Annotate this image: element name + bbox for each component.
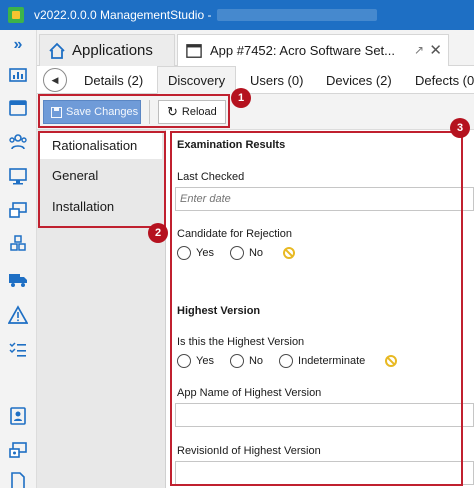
callout-badge-1: 1 [231, 88, 251, 108]
tab-discovery[interactable]: Discovery [157, 66, 237, 94]
document-tabs: Applications App #7452: Acro Software Se… [37, 30, 474, 66]
tab-details[interactable]: Details (2) [84, 66, 143, 94]
window-icon[interactable] [7, 97, 29, 119]
tab-users[interactable]: Users (0) [250, 66, 303, 94]
dashboard-icon[interactable] [7, 64, 29, 86]
icon-rail: » [0, 30, 37, 488]
sub-tabs: ◀ Details (2) Discovery Users (0) Device… [37, 66, 474, 94]
pop-out-icon[interactable]: ↗ [414, 43, 424, 57]
close-tab-icon[interactable]: ✕ [429, 41, 442, 59]
callout-box-section-nav [38, 131, 166, 228]
callout-box-toolbar [38, 94, 230, 128]
tab-applications[interactable]: Applications [39, 34, 175, 66]
checklist-icon[interactable] [7, 338, 29, 360]
title-bar: v2022.0.0.0 ManagementStudio - [0, 0, 474, 30]
window-title: v2022.0.0.0 ManagementStudio - [34, 8, 212, 22]
document-icon[interactable] [7, 470, 29, 488]
tab-applications-label: Applications [72, 42, 153, 59]
callout-badge-3: 3 [450, 118, 470, 138]
app-logo-icon [8, 7, 24, 23]
tab-app-label: App #7452: Acro Software Set... [210, 43, 396, 58]
home-icon [48, 42, 66, 60]
back-icon[interactable]: ◀ [43, 68, 67, 92]
callout-badge-2: 2 [148, 223, 168, 243]
redacted-title-text [217, 9, 378, 21]
tab-defects[interactable]: Defects (0 [415, 66, 474, 94]
expand-rail-icon[interactable]: » [7, 34, 29, 56]
app-window-icon [186, 42, 204, 60]
devices-icon[interactable] [7, 199, 29, 221]
callout-box-content [170, 131, 463, 486]
contact-icon[interactable] [7, 405, 29, 427]
users-icon[interactable] [7, 131, 29, 153]
warning-icon[interactable] [7, 304, 29, 326]
tab-app-7452[interactable]: App #7452: Acro Software Set... ↗ ✕ [177, 34, 449, 66]
truck-icon[interactable] [7, 268, 29, 290]
devices-alt-icon[interactable] [7, 439, 29, 461]
cubes-icon[interactable] [7, 233, 29, 255]
computer-icon[interactable] [7, 165, 29, 187]
tab-devices[interactable]: Devices (2) [326, 66, 392, 94]
